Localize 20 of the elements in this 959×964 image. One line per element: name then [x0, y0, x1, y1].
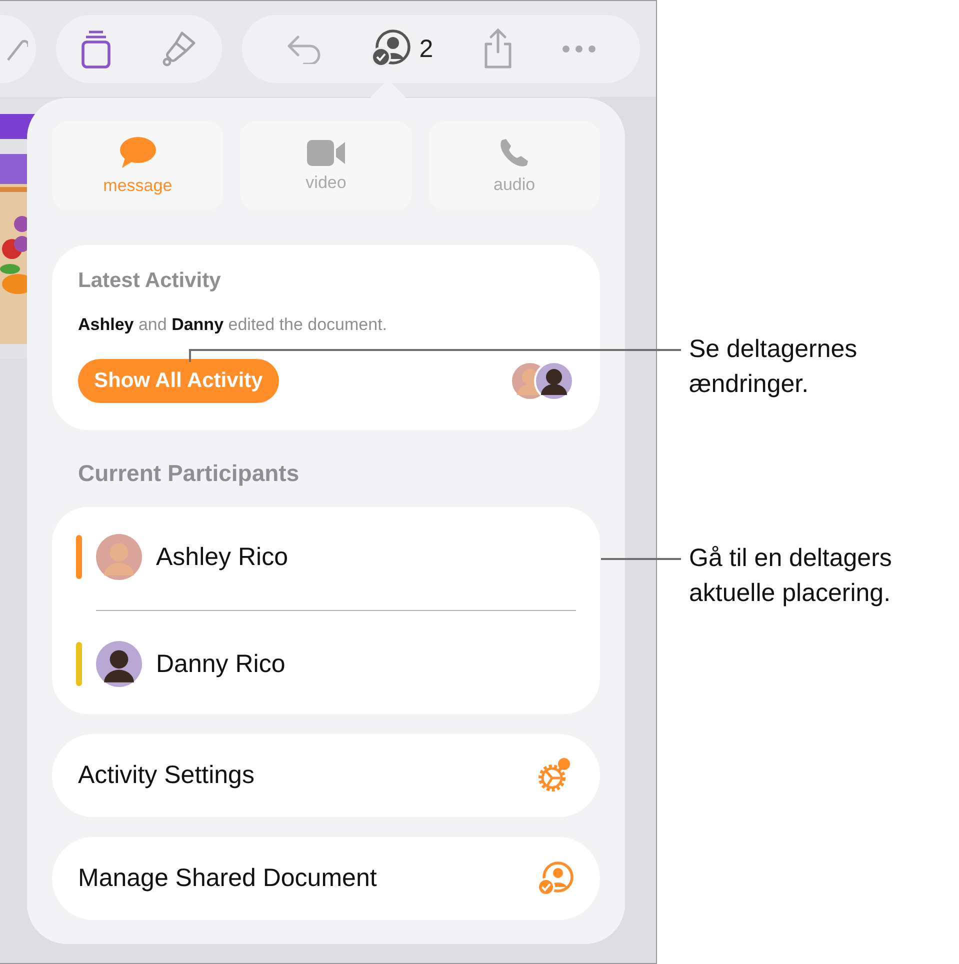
video-camera-icon	[306, 138, 346, 166]
avatar	[96, 534, 142, 580]
avatar	[534, 361, 574, 401]
undo-icon[interactable]	[286, 34, 322, 64]
avatar	[96, 641, 142, 687]
phone-icon	[498, 136, 530, 168]
speech-bubble-icon	[118, 136, 157, 170]
participant-item[interactable]: Ashley Rico	[52, 532, 600, 582]
more-icon[interactable]	[562, 45, 596, 53]
callout-text: Gå til en deltagers aktuelle placering.	[689, 543, 892, 609]
layers-icon[interactable]	[80, 29, 112, 69]
callout-text: Se deltagernes ændringer.	[689, 334, 858, 400]
participant-item[interactable]: Danny Rico	[52, 639, 600, 689]
activity-summary: Ashley and Danny edited the document.	[78, 315, 388, 335]
section-title: Latest Activity	[78, 269, 222, 293]
settings-button[interactable]: Activity Settings	[52, 734, 600, 817]
collaboration-button[interactable]: 2	[369, 29, 434, 69]
manage-button[interactable]: Manage Shared Document	[52, 837, 600, 920]
section-title: Current Participants	[78, 460, 300, 487]
paintbrush-icon[interactable]	[160, 29, 198, 69]
